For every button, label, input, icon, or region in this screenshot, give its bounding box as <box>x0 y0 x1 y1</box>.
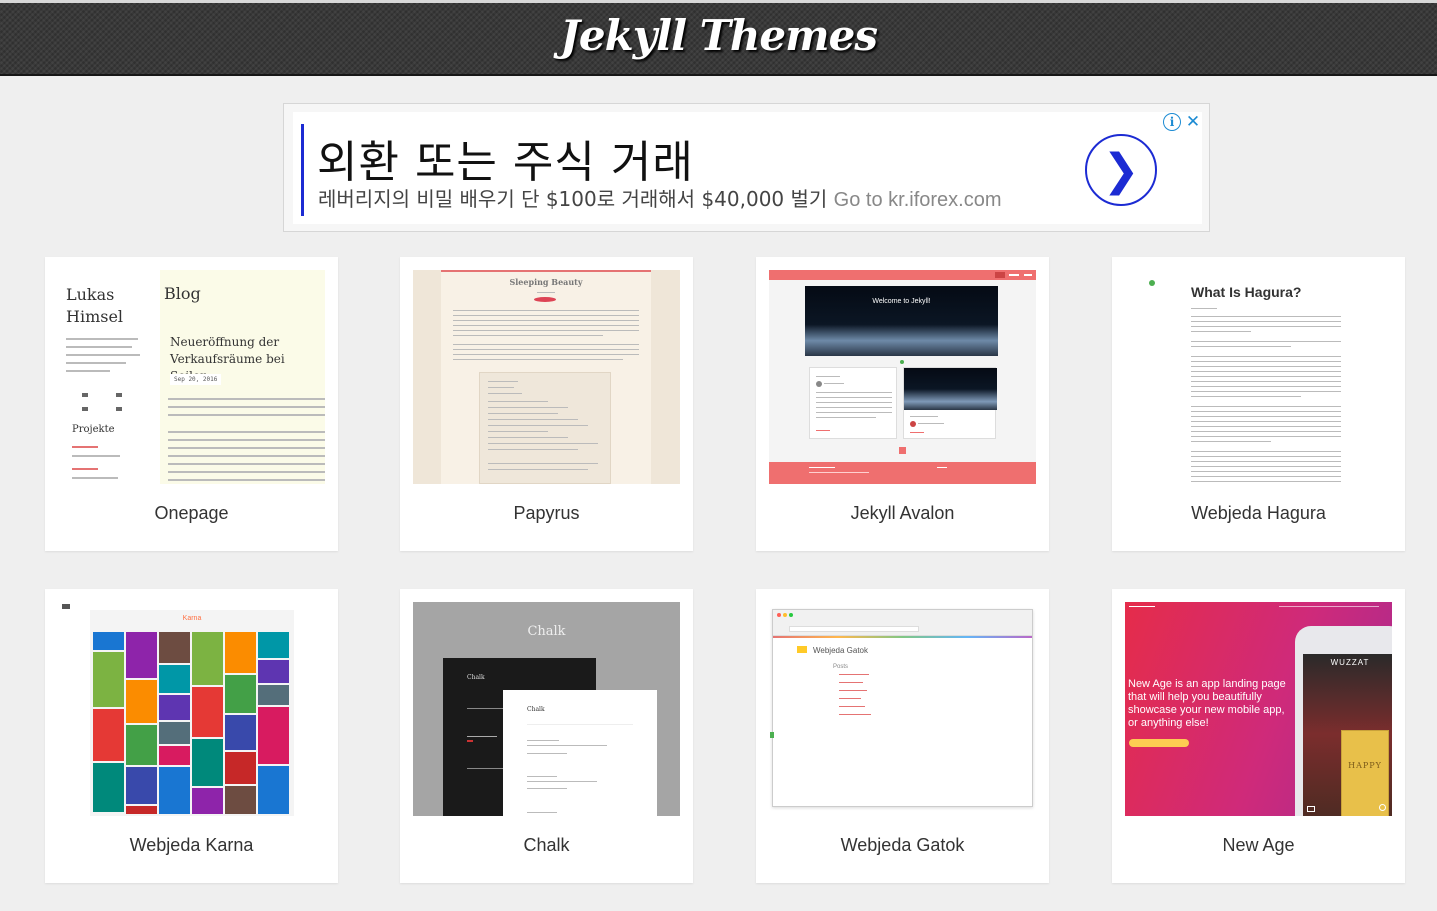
preview-light-window: Chalk <box>503 690 657 816</box>
preview-title: Chalk <box>527 624 566 639</box>
theme-card-chalk[interactable]: Chalk Chalk Chalk Chalk <box>400 589 693 883</box>
preview-browser: Karna <box>90 610 294 816</box>
theme-name[interactable]: Papyrus <box>400 503 693 524</box>
preview-post-card <box>903 367 997 439</box>
preview-tile <box>159 767 190 814</box>
ad-banner[interactable]: 외환 또는 주식 거래 레버리지의 비밀 배우기 단 $100로 거래해서 $4… <box>283 103 1210 232</box>
preview-tile <box>93 652 124 707</box>
preview-tile <box>225 752 256 784</box>
theme-card-webjeda-hagura[interactable]: What Is Hagura? Webjeda Hagura <box>1112 257 1405 551</box>
ad-accent-bar <box>301 124 304 216</box>
preview-main: Blog Neueröffnung der Verkaufsräume bei … <box>160 270 325 484</box>
preview-navbar <box>769 270 1036 280</box>
preview-hero-text: Welcome to Jekyll! <box>872 298 931 305</box>
theme-card-onepage[interactable]: Lukas Himsel Projekte Blog Neueröffnung … <box>45 257 338 551</box>
preview-brand: WUZZAT <box>1330 658 1370 667</box>
preview-cta-button <box>1129 739 1189 747</box>
preview-logo: Karna <box>182 615 202 622</box>
site-title[interactable]: Jekyll Themes <box>0 11 1437 60</box>
theme-name[interactable]: Onepage <box>45 503 338 524</box>
ad-url[interactable]: Go to kr.iforex.com <box>834 189 1002 211</box>
preview-tile <box>225 675 256 713</box>
preview-date: Sep 20, 2016 <box>170 374 222 385</box>
preview-tile <box>126 767 157 804</box>
preview-tile <box>192 632 223 685</box>
preview-tile <box>258 766 289 814</box>
preview-author: Lukas Himsel <box>66 285 124 326</box>
theme-thumbnail[interactable]: What Is Hagura? <box>1125 270 1392 484</box>
preview-posts: Posts <box>833 664 849 670</box>
preview-tile <box>159 665 190 693</box>
theme-card-jekyll-avalon[interactable]: Welcome to Jekyll! Jekyll Avalon <box>756 257 1049 551</box>
preview-tile <box>225 715 256 750</box>
preview-tile <box>159 722 190 744</box>
preview-phone: WUZZAT HAPPY <box>1295 626 1392 816</box>
preview-tile <box>258 685 289 705</box>
theme-thumbnail[interactable]: Lukas Himsel Projekte Blog Neueröffnung … <box>58 270 325 484</box>
preview-code-block <box>479 372 611 484</box>
preview-title: Sleeping Beauty <box>509 277 583 287</box>
preview-sidebar: Lukas Himsel Projekte <box>58 270 158 484</box>
ad-content[interactable]: 외환 또는 주식 거래 레버리지의 비밀 배우기 단 $100로 거래해서 $4… <box>293 112 1202 224</box>
preview-title: Webjeda Gatok <box>813 646 868 655</box>
preview-tile <box>258 632 289 658</box>
preview-book-title: HAPPY <box>1348 761 1382 770</box>
preview-page: Sleeping Beauty <box>441 270 651 484</box>
theme-card-new-age[interactable]: New Age is an app landing page that will… <box>1112 589 1405 883</box>
preview-tagline: New Age is an app landing page that will… <box>1128 678 1286 729</box>
preview-tile <box>192 687 223 737</box>
preview-tile <box>192 739 223 786</box>
preview-tile <box>93 709 124 761</box>
preview-tile <box>126 806 157 814</box>
preview-tile <box>225 632 256 673</box>
theme-card-papyrus[interactable]: Sleeping Beauty Papyrus <box>400 257 693 551</box>
preview-tile <box>159 695 190 720</box>
site-header: Jekyll Themes <box>0 3 1437 76</box>
ad-text[interactable]: 레버리지의 비밀 배우기 단 $100로 거래해서 $40,000 벌기 Go … <box>318 183 1002 212</box>
theme-name[interactable]: Webjeda Hagura <box>1112 503 1405 524</box>
theme-name[interactable]: Webjeda Karna <box>45 835 338 856</box>
preview-hero: Welcome to Jekyll! <box>805 286 998 356</box>
theme-name[interactable]: Jekyll Avalon <box>756 503 1049 524</box>
theme-thumbnail[interactable]: New Age is an app landing page that will… <box>1125 602 1392 816</box>
theme-thumbnail[interactable]: Welcome to Jekyll! <box>769 270 1036 484</box>
preview-tile <box>159 632 190 663</box>
theme-card-webjeda-karna[interactable]: Karna Webjeda Karna <box>45 589 338 883</box>
preview-tile <box>258 660 289 683</box>
theme-name[interactable]: Webjeda Gatok <box>756 835 1049 856</box>
preview-post-card <box>809 367 897 439</box>
theme-thumbnail[interactable]: Sleeping Beauty <box>413 270 680 484</box>
preview-tile <box>126 680 157 723</box>
preview-tile <box>192 788 223 814</box>
ad-headline[interactable]: 외환 또는 주식 거래 <box>317 126 694 190</box>
preview-dot <box>1149 280 1155 286</box>
theme-name[interactable]: New Age <box>1112 835 1405 856</box>
preview-tile <box>126 725 157 765</box>
chevron-right-icon[interactable]: ❯ <box>1085 134 1157 206</box>
theme-thumbnail[interactable]: Chalk Chalk Chalk <box>413 602 680 816</box>
preview-tile <box>159 746 190 765</box>
theme-card-webjeda-gatok[interactable]: Webjeda Gatok Posts Webjeda Gatok <box>756 589 1049 883</box>
theme-name[interactable]: Chalk <box>400 835 693 856</box>
preview-blog: Blog <box>164 284 201 303</box>
info-icon[interactable]: i <box>1163 113 1181 131</box>
preview-tile <box>93 632 124 650</box>
preview-footer <box>769 462 1036 484</box>
theme-thumbnail[interactable]: Webjeda Gatok Posts <box>769 602 1036 816</box>
preview-small-title: Chalk <box>527 706 545 713</box>
preview-tile <box>126 632 157 678</box>
preview-tile <box>258 707 289 764</box>
preview-browser: Webjeda Gatok Posts <box>770 609 1033 807</box>
theme-thumbnail[interactable]: Karna <box>58 602 325 816</box>
ad-description: 레버리지의 비밀 배우기 단 $100로 거래해서 $40,000 벌기 <box>318 187 828 211</box>
preview-tile <box>225 786 256 814</box>
close-icon[interactable]: ✕ <box>1184 112 1202 131</box>
preview-title: What Is Hagura? <box>1191 284 1302 300</box>
preview-tile <box>93 763 124 812</box>
preview-projects: Projekte <box>72 424 115 435</box>
